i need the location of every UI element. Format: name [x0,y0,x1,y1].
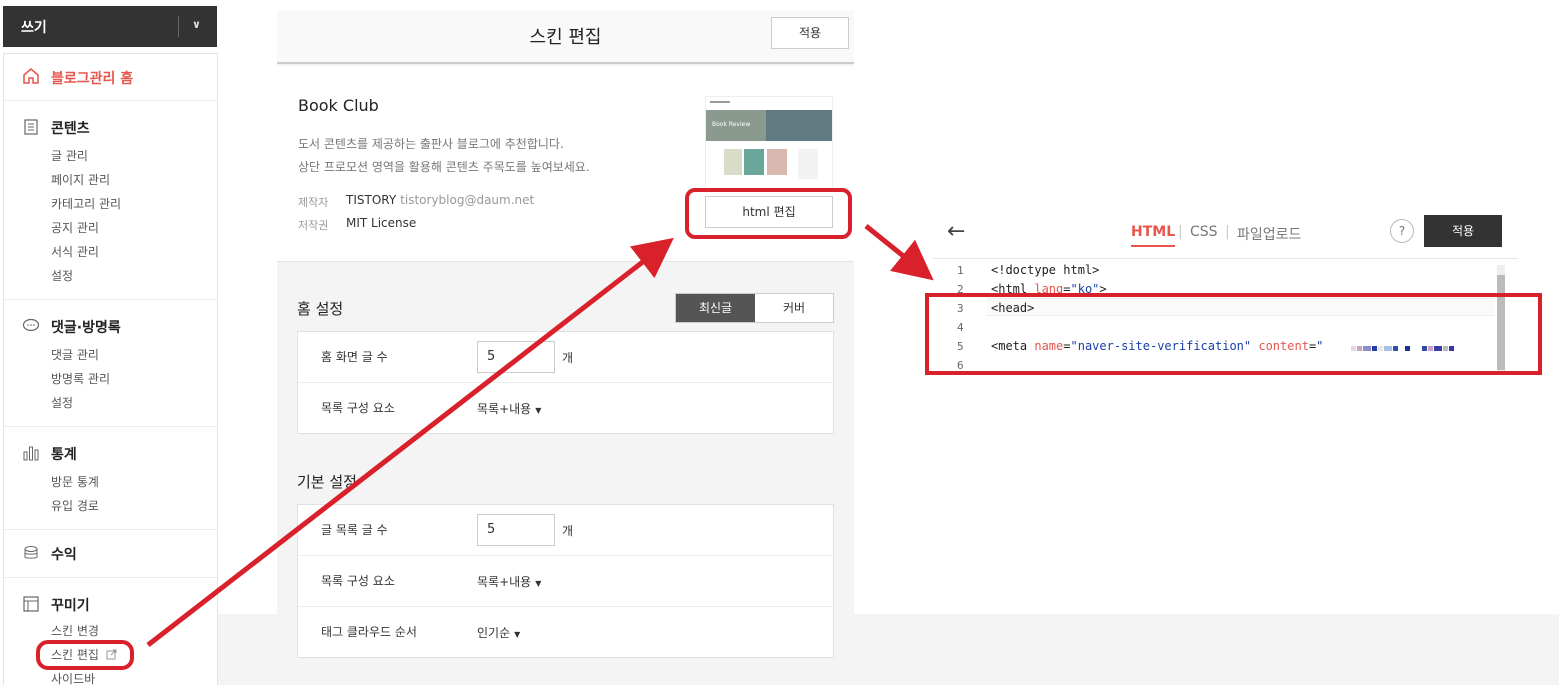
annotation-arrow [146,237,674,647]
annotation-arrows [146,224,934,647]
annotation-arrow [864,224,934,281]
